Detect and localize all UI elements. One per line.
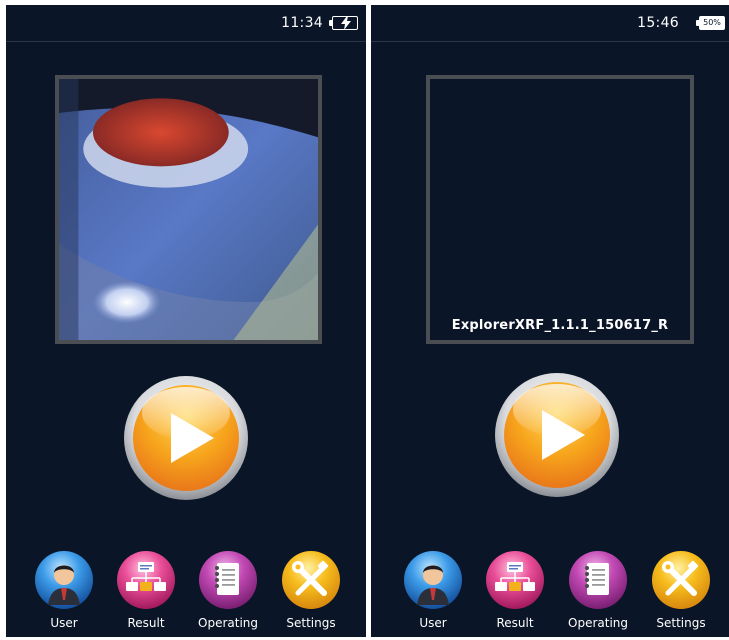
device-screen-left: 11:34 User Result Operating Settings bbox=[6, 5, 366, 637]
user-icon bbox=[403, 550, 463, 610]
settings-icon bbox=[281, 550, 341, 610]
nav-user[interactable]: User bbox=[24, 550, 104, 637]
operating-icon bbox=[568, 550, 628, 610]
result-icon bbox=[485, 550, 545, 610]
nav-result[interactable]: Result bbox=[475, 550, 555, 637]
nav-label: User bbox=[419, 616, 447, 630]
battery-level-icon: 50% bbox=[696, 16, 725, 30]
play-icon bbox=[124, 376, 248, 500]
bottom-nav: User Result Operating Settings bbox=[6, 550, 366, 637]
camera-viewport bbox=[55, 75, 322, 344]
device-screen-right: 15:46 50% ExplorerXRF_1.1.1_150617_R Use… bbox=[371, 5, 729, 637]
nav-label: Settings bbox=[286, 616, 336, 630]
clock: 15:46 bbox=[637, 15, 679, 31]
play-icon bbox=[495, 373, 619, 497]
user-icon bbox=[34, 550, 94, 610]
status-bar: 15:46 50% bbox=[371, 5, 729, 42]
nav-label: User bbox=[50, 616, 78, 630]
play-button[interactable] bbox=[494, 372, 620, 498]
battery-percent: 50% bbox=[703, 18, 721, 27]
nav-label: Settings bbox=[656, 616, 706, 630]
nav-label: Operating bbox=[568, 616, 628, 630]
nav-result[interactable]: Result bbox=[106, 550, 186, 637]
battery-charging-icon bbox=[329, 16, 358, 30]
result-icon bbox=[116, 550, 176, 610]
play-button[interactable] bbox=[123, 375, 249, 501]
version-label: ExplorerXRF_1.1.1_150617_R bbox=[451, 318, 669, 333]
nav-operating[interactable]: Operating bbox=[558, 550, 638, 637]
camera-viewport: ExplorerXRF_1.1.1_150617_R bbox=[426, 75, 694, 344]
nav-label: Result bbox=[127, 616, 165, 630]
nav-label: Operating bbox=[198, 616, 258, 630]
nav-user[interactable]: User bbox=[393, 550, 473, 637]
nav-label: Result bbox=[496, 616, 534, 630]
nav-settings[interactable]: Settings bbox=[641, 550, 721, 637]
clock: 11:34 bbox=[281, 15, 323, 31]
operating-icon bbox=[198, 550, 258, 610]
nav-settings[interactable]: Settings bbox=[271, 550, 351, 637]
settings-icon bbox=[651, 550, 711, 610]
camera-image bbox=[59, 79, 318, 340]
status-bar: 11:34 bbox=[6, 5, 366, 42]
bottom-nav: User Result Operating Settings bbox=[371, 550, 729, 637]
nav-operating[interactable]: Operating bbox=[188, 550, 268, 637]
